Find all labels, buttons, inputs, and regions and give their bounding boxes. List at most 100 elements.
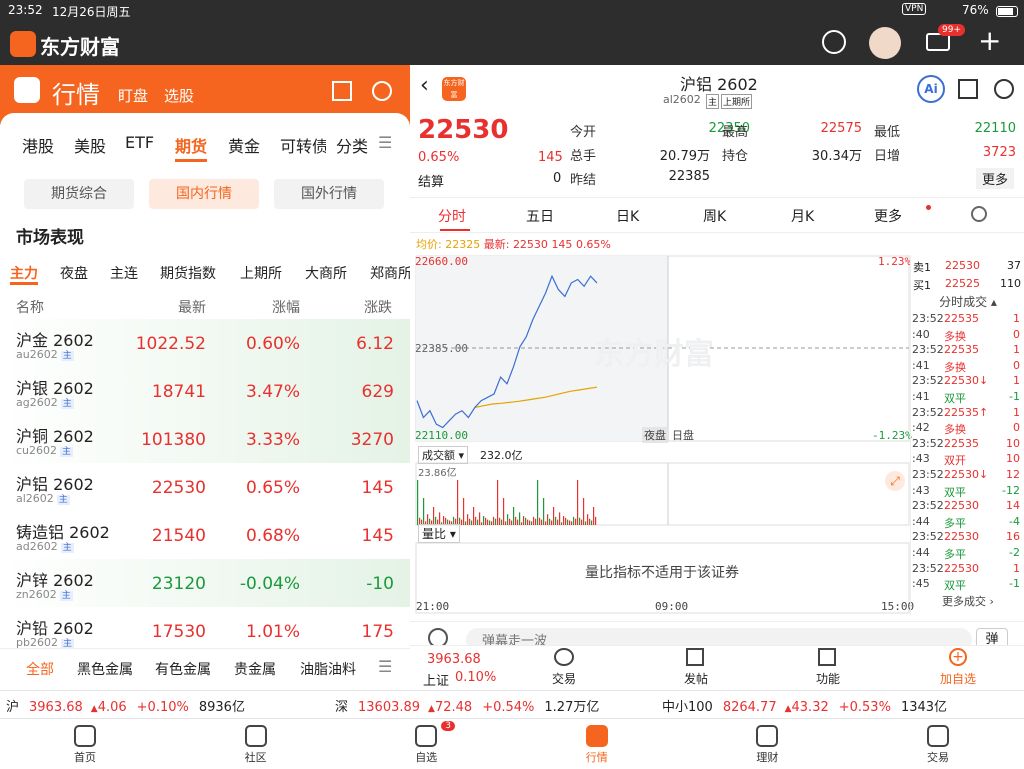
- volume-bar: [575, 518, 577, 525]
- index-item[interactable]: 沪 3963.68 ▲4.06 +0.10% 8936亿: [6, 696, 326, 716]
- seg-overview[interactable]: 期货综合: [24, 179, 134, 209]
- tab-us[interactable]: 美股: [74, 133, 106, 157]
- back-icon[interactable]: ‹: [420, 73, 429, 98]
- tab-more[interactable]: 更多: [874, 206, 902, 226]
- subtab-night[interactable]: 夜盘: [60, 263, 88, 283]
- subtab-czce[interactable]: 郑商所: [370, 263, 410, 283]
- trade-button[interactable]: 交易: [552, 670, 576, 687]
- tab-gold[interactable]: 黄金: [228, 133, 260, 157]
- function-icon[interactable]: [818, 648, 836, 666]
- tabbar-item[interactable]: 自选 3: [341, 719, 511, 769]
- cat-all[interactable]: 全部: [26, 659, 54, 679]
- share-icon[interactable]: [958, 79, 978, 99]
- status-time: 23:52: [8, 3, 43, 17]
- app-name: 东方财富: [40, 35, 120, 59]
- tab-watch[interactable]: 盯盘: [118, 85, 148, 106]
- item-code: zn2602 主: [16, 588, 73, 601]
- ai-icon[interactable]: Ai: [917, 75, 945, 103]
- trade-icon[interactable]: [554, 648, 574, 666]
- list-item[interactable]: 沪金 2602 au2602 主 1022.52 0.60% 6.12: [0, 319, 410, 367]
- tab-monthly[interactable]: 月K: [791, 206, 814, 226]
- volume-bar: [571, 521, 573, 525]
- tab-5day[interactable]: 五日: [526, 206, 554, 226]
- list-item[interactable]: 沪银 2602 ag2602 主 18741 3.47% 629: [0, 367, 410, 415]
- subtab-shfe[interactable]: 上期所: [240, 263, 282, 283]
- post-icon[interactable]: [686, 648, 704, 666]
- item-code-text: au2602: [16, 348, 58, 361]
- list-item[interactable]: 沪锌 2602 zn2602 主 23120 -0.04% -10: [0, 559, 410, 607]
- menu-icon[interactable]: ☰: [378, 133, 392, 152]
- subtab-main[interactable]: 主力: [10, 263, 38, 283]
- tab-pick[interactable]: 选股: [164, 85, 194, 106]
- post-button[interactable]: 发帖: [684, 670, 708, 687]
- seg-foreign[interactable]: 国外行情: [274, 179, 384, 209]
- expand-icon[interactable]: ⤢: [885, 471, 905, 491]
- page-title: 行情: [52, 81, 100, 109]
- subtab-indicator: [10, 282, 38, 285]
- list-item[interactable]: 沪铜 2602 cu2602 主 101380 3.33% 3270: [0, 415, 410, 463]
- ratio-dropdown[interactable]: 量比 ▾: [418, 524, 460, 543]
- add-watch-button[interactable]: 加自选: [940, 670, 976, 687]
- item-pct: 3.47%: [245, 382, 300, 402]
- tab-intraday[interactable]: 分时: [438, 206, 466, 226]
- volume-bar: [523, 516, 525, 525]
- more-button[interactable]: 更多: [976, 168, 1015, 189]
- tab-indicator: [440, 229, 470, 231]
- stat-value: 30.34万: [811, 149, 862, 164]
- add-icon[interactable]: +: [978, 24, 1001, 57]
- volume-bar: [463, 498, 465, 525]
- trade-price: 多换: [944, 423, 966, 437]
- index-pct: +0.54%: [482, 700, 535, 715]
- cat-ferrous[interactable]: 黑色金属: [77, 659, 133, 679]
- tab-classify[interactable]: 分类: [336, 133, 368, 157]
- more-trades-link[interactable]: 更多成交 ›: [911, 593, 1024, 609]
- subtab-cont[interactable]: 主连: [110, 263, 138, 283]
- index-item[interactable]: 中小100 8264.77 ▲43.32 +0.53% 1343亿: [662, 696, 982, 716]
- list-item[interactable]: 铸造铝 2602 ad2602 主 21540 0.68% 145: [0, 511, 410, 559]
- cat-nonferrous[interactable]: 有色金属: [155, 659, 211, 679]
- volume-bar: [537, 480, 539, 525]
- app-bar: 东方财富 99+ +: [0, 22, 1024, 65]
- cat-oils[interactable]: 油脂油料: [300, 659, 360, 679]
- subtab-dce[interactable]: 大商所: [305, 263, 347, 283]
- item-pct: -0.04%: [239, 574, 300, 594]
- stat-label: 最低: [874, 125, 901, 140]
- seg-domestic[interactable]: 国内行情: [149, 179, 259, 209]
- tab-futures[interactable]: 期货: [175, 133, 207, 157]
- avatar[interactable]: [869, 27, 901, 59]
- col-name: 名称: [16, 300, 44, 316]
- volume-bar: [563, 516, 565, 525]
- tabbar-item[interactable]: 行情: [512, 719, 682, 769]
- tabbar-item[interactable]: 理财: [682, 719, 852, 769]
- book-row: 卖1 22530 37: [911, 257, 1024, 275]
- list-item[interactable]: 沪铝 2602 al2602 主 22530 0.65% 145: [0, 463, 410, 511]
- cat-precious[interactable]: 贵金属: [234, 659, 276, 679]
- tab-daily[interactable]: 日K: [616, 206, 639, 226]
- tabbar-item[interactable]: 交易: [853, 719, 1023, 769]
- trade-row: 23:52 22530 1: [910, 561, 1024, 577]
- tab-etf[interactable]: ETF: [125, 133, 154, 152]
- idx-value: 3963.68: [427, 652, 481, 667]
- share-icon[interactable]: [332, 81, 352, 101]
- tab-weekly[interactable]: 周K: [703, 206, 726, 226]
- trade-row: :43 双开 10: [910, 451, 1024, 467]
- subtab-index[interactable]: 期货指数: [160, 263, 216, 283]
- tabbar-item[interactable]: 社区: [171, 719, 341, 769]
- index-item[interactable]: 深 13603.89 ▲72.48 +0.54% 1.27万亿: [335, 696, 655, 716]
- function-button[interactable]: 功能: [816, 670, 840, 687]
- last-label: 最新:: [483, 238, 510, 251]
- search-icon[interactable]: [994, 79, 1014, 99]
- volume-bar: [595, 516, 597, 525]
- item-code-text: zn2602: [16, 588, 57, 601]
- search-icon[interactable]: [822, 30, 846, 54]
- add-watch-icon[interactable]: +: [949, 648, 967, 666]
- menu-icon[interactable]: ☰: [378, 657, 392, 676]
- trade-time: :43: [912, 483, 930, 497]
- tab-convertible[interactable]: 可转债: [280, 133, 326, 157]
- tab-hk[interactable]: 港股: [22, 133, 54, 157]
- volume-dropdown[interactable]: 成交额 ▾: [418, 446, 469, 464]
- volume-bar: [467, 514, 469, 525]
- tabbar-item[interactable]: 首页: [0, 719, 170, 769]
- search-icon[interactable]: [372, 81, 392, 101]
- settings-icon[interactable]: [971, 206, 987, 222]
